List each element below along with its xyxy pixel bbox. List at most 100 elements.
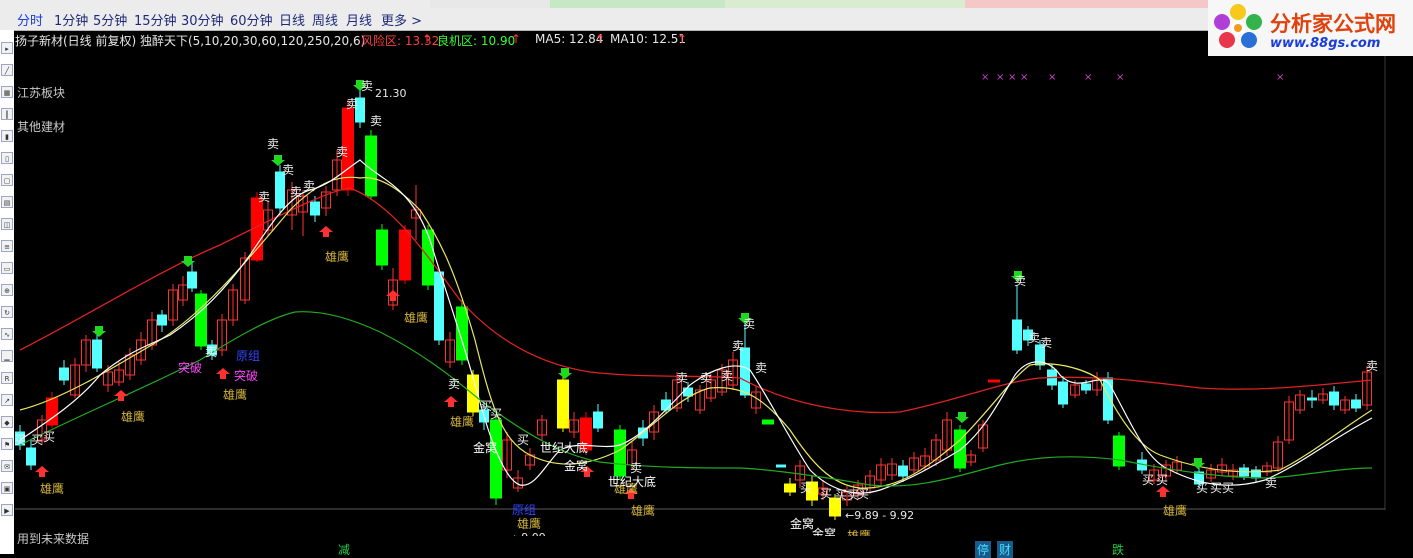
candle <box>1206 464 1216 482</box>
tab-15min[interactable]: 15分钟 <box>134 10 177 29</box>
tab-more[interactable]: 更多 > <box>381 10 422 29</box>
tab-5min[interactable]: 5分钟 <box>93 10 127 29</box>
buy-label: 买 <box>835 488 847 502</box>
sell-label: 卖 <box>370 114 382 128</box>
candle-tool-icon[interactable]: ▯ <box>1 152 13 164</box>
rsi-tool-icon[interactable]: R <box>1 372 13 384</box>
buy-arrow-icon <box>319 226 333 237</box>
sell-label: 卖 <box>258 190 270 204</box>
candle <box>593 404 603 432</box>
cursor-tool-icon[interactable]: ▸ <box>1 42 13 54</box>
candle <box>388 268 398 310</box>
marker-x-icon: × <box>981 72 989 83</box>
high-price-label: 21.30 <box>375 87 407 100</box>
window-tool-icon[interactable]: ▢ <box>1 174 13 186</box>
sell-label: 卖 <box>676 371 688 385</box>
gold-nest-label: 金窝 <box>564 458 588 473</box>
eagle-label: 雄鹰 <box>223 387 247 402</box>
chart-tool-icon[interactable]: ◫ <box>1 218 13 230</box>
sell-arrow-icon <box>92 326 106 337</box>
candle <box>1273 436 1283 472</box>
list-tool-icon[interactable]: ≡ <box>1 240 13 252</box>
candle <box>537 415 547 440</box>
candle <box>168 284 178 326</box>
volume-tool-icon[interactable]: ▁ <box>1 350 13 362</box>
marker-x-icon: × <box>1116 72 1124 83</box>
sell-label: 卖 <box>346 97 358 111</box>
candle <box>1113 432 1125 470</box>
sell-label: 卖 <box>303 179 315 193</box>
stock-title: 扬子新材(日线 前复权) 独醉天下(5,10,20,30,60,120,250,… <box>15 34 366 48</box>
candle <box>776 464 786 468</box>
image-tool-icon[interactable]: ▣ <box>1 482 13 494</box>
ma10-up-icon: ↑ <box>677 32 688 46</box>
interval-toolbar: 分时 1分钟 5分钟 15分钟 30分钟 60分钟 日线 周线 月线 更多 > <box>0 0 1413 31</box>
buy-label: 买 <box>1142 473 1154 487</box>
trend-tool-icon[interactable]: ↗ <box>1 394 13 406</box>
candle <box>228 284 238 326</box>
tab-60min[interactable]: 60分钟 <box>230 10 273 29</box>
candle <box>365 130 377 200</box>
candle <box>1318 388 1328 404</box>
candle <box>195 290 207 350</box>
marker-x-icon: × <box>1084 72 1092 83</box>
refresh-tool-icon[interactable]: ↻ <box>1 306 13 318</box>
chance-up-icon: ↑ <box>511 32 522 46</box>
flower-logo-icon <box>1214 4 1262 48</box>
mail-tool-icon[interactable]: ✉ <box>1 460 13 472</box>
eagle-label: 雄鹰 <box>325 249 349 264</box>
candle <box>1262 462 1272 476</box>
buy-arrow-icon <box>216 368 230 379</box>
buy-label: 买 <box>43 430 55 444</box>
line-tool-icon[interactable]: ╱ <box>1 64 13 76</box>
indicator-tool-icon[interactable]: ∿ <box>1 328 13 340</box>
breakout-label: 突破 <box>178 360 202 375</box>
candle <box>988 379 1000 383</box>
zoom-tool-icon[interactable]: ⊕ <box>1 284 13 296</box>
sell-label: 卖 <box>1366 359 1378 373</box>
sell-label: 卖 <box>290 185 302 199</box>
candle <box>513 470 523 492</box>
sell-label: 卖 <box>755 361 767 375</box>
candle <box>942 412 952 456</box>
tab-weekly[interactable]: 周线 <box>312 10 338 29</box>
sell-label: 卖 <box>336 145 348 159</box>
tab-monthly[interactable]: 月线 <box>346 10 372 29</box>
eagle-label: 雄鹰 <box>121 409 145 424</box>
future-data-note: 用到未来数据 <box>17 532 90 546</box>
tab-fenshi[interactable]: 分时 <box>17 10 43 29</box>
candle <box>966 450 976 466</box>
century-bottom-label: 世纪大底 <box>540 440 588 455</box>
brand-logo: 分析家公式网 www.88gs.com <box>1208 0 1413 56</box>
candle <box>445 332 455 368</box>
sell-label: 卖 <box>1040 336 1052 350</box>
candle <box>978 420 988 452</box>
candle <box>1307 390 1317 408</box>
chance-zone-label: 良机区: 10.90 <box>437 34 516 48</box>
table-tool-icon[interactable]: ▤ <box>1 196 13 208</box>
ma5-label: MA5: 12.84 <box>535 32 604 46</box>
tab-30min[interactable]: 30分钟 <box>181 10 224 29</box>
tab-daily[interactable]: 日线 <box>279 10 305 29</box>
flag-tool-icon[interactable]: ⚑ <box>1 438 13 450</box>
mark-die: 跌 <box>1112 543 1125 557</box>
left-tool-strip: ▸ ╱ ▦ ┃ ▮ ▯ ▢ ▤ ◫ ≡ ▭ ⊕ ↻ ∿ ▁ R ↗ ◆ ⚑ ✉ … <box>0 30 14 554</box>
grid-tool-icon[interactable]: ▦ <box>1 86 13 98</box>
bars-tool-icon[interactable]: ▮ <box>1 130 13 142</box>
mark-cai: 财 <box>997 541 1014 558</box>
tab-1min[interactable]: 1分钟 <box>54 10 88 29</box>
candle <box>954 425 966 472</box>
ma5-up-icon: ↑ <box>595 32 606 46</box>
arrow-tool-icon[interactable]: ▶ <box>1 504 13 516</box>
doc-tool-icon[interactable]: ▭ <box>1 262 13 274</box>
buy-label: 买 <box>1156 473 1168 487</box>
eagle-label: 雄鹰 <box>40 481 64 496</box>
kline-chart[interactable]: 买买买卖卖卖卖 卖卖卖卖卖卖卖买买买卖卖卖卖卖卖卖买买买买买卖卖 卖买 买买买买卖卖雄… <box>15 56 1413 536</box>
buy-arrow-icon <box>1156 486 1170 497</box>
sell-arrow-icon <box>558 368 572 379</box>
diamond-tool-icon[interactable]: ◆ <box>1 416 13 428</box>
kline-tool-icon[interactable]: ┃ <box>1 108 13 120</box>
buy-label: 买 <box>1222 481 1234 495</box>
candlesticks <box>15 88 1372 520</box>
marker-x-icon: × <box>1276 72 1284 83</box>
